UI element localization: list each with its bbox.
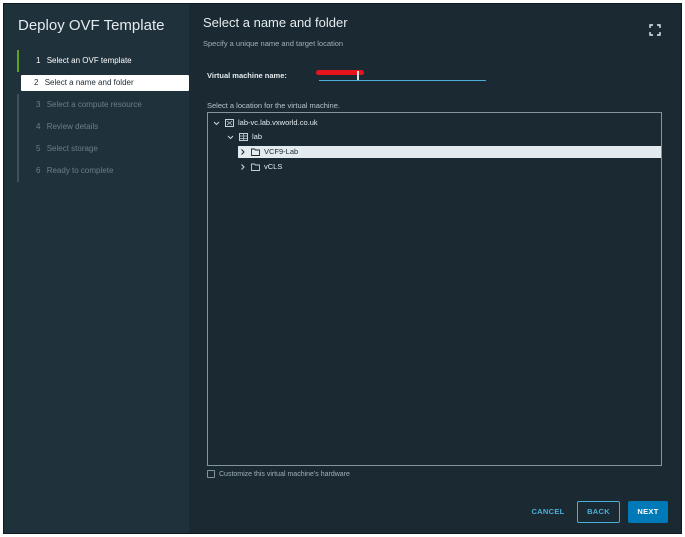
step-label: Select a compute resource — [46, 100, 142, 109]
step-label: Select an OVF template — [46, 56, 132, 65]
text-cursor — [357, 71, 359, 80]
checkbox-icon[interactable] — [207, 469, 215, 478]
chevron-down-icon[interactable] — [226, 131, 234, 143]
step-label: Select a name and folder — [44, 78, 134, 87]
step-label: Review details — [46, 122, 99, 131]
tree-node-folder-vcls[interactable]: vCLS — [238, 161, 438, 173]
step-select-storage: 5 Select storage — [17, 138, 189, 160]
tree-node-label: vCLS — [264, 162, 283, 171]
tree-node-label: lab — [252, 132, 263, 141]
customize-hardware-checkbox[interactable]: Customize this virtual machine's hardwar… — [207, 469, 350, 480]
step-number: 4 — [36, 122, 41, 131]
datacenter-icon — [239, 133, 248, 141]
step-review-details: 4 Review details — [17, 116, 189, 138]
page-title: Select a name and folder — [203, 15, 348, 30]
folder-icon — [251, 163, 260, 171]
step-select-name-and-folder[interactable]: 2 Select a name and folder — [21, 75, 189, 91]
tree-node-label: VCF9-Lab — [264, 147, 299, 156]
customize-hardware-label: Customize this virtual machine's hardwar… — [219, 471, 350, 478]
back-button[interactable]: BACK — [577, 501, 620, 523]
tree-node-folder-vcf9-lab[interactable]: VCF9-Lab — [238, 146, 661, 158]
step-number: 3 — [36, 100, 41, 109]
wizard-steps: 1 Select an OVF template 2 Select a name… — [17, 50, 189, 182]
cancel-button[interactable]: CANCEL — [527, 502, 569, 522]
page-subtitle: Specify a unique name and target locatio… — [203, 39, 344, 48]
step-number: 2 — [34, 78, 39, 87]
tree-node-datacenter[interactable]: lab — [226, 131, 426, 143]
vm-name-label: Virtual machine name: — [207, 71, 287, 80]
next-button[interactable]: NEXT — [628, 501, 668, 523]
chevron-right-icon[interactable] — [238, 146, 246, 158]
location-tree: lab-vc.lab.vxworld.co.uk lab VCF9-Lab vC… — [207, 112, 662, 466]
step-label: Select storage — [46, 144, 98, 153]
vcenter-icon — [225, 119, 234, 127]
step-number: 6 — [36, 166, 41, 175]
tree-node-vcenter[interactable]: lab-vc.lab.vxworld.co.uk — [212, 117, 512, 129]
location-label: Select a location for the virtual machin… — [207, 101, 340, 110]
wizard-steps-panel: Deploy OVF Template 1 Select an OVF temp… — [4, 4, 189, 533]
folder-icon — [251, 148, 260, 156]
step-select-ovf-template[interactable]: 1 Select an OVF template — [17, 50, 189, 72]
maximize-icon[interactable] — [649, 23, 661, 36]
deploy-ovf-dialog: Deploy OVF Template 1 Select an OVF temp… — [3, 3, 682, 534]
dialog-title: Deploy OVF Template — [18, 17, 165, 34]
step-label: Ready to complete — [46, 166, 114, 175]
step-select-compute-resource: 3 Select a compute resource — [17, 94, 189, 116]
step-number: 1 — [36, 56, 41, 65]
tree-node-label: lab-vc.lab.vxworld.co.uk — [238, 118, 318, 127]
step-ready-to-complete: 6 Ready to complete — [17, 160, 189, 182]
chevron-down-icon[interactable] — [212, 117, 220, 129]
step-number: 5 — [36, 144, 41, 153]
chevron-right-icon[interactable] — [238, 161, 246, 173]
